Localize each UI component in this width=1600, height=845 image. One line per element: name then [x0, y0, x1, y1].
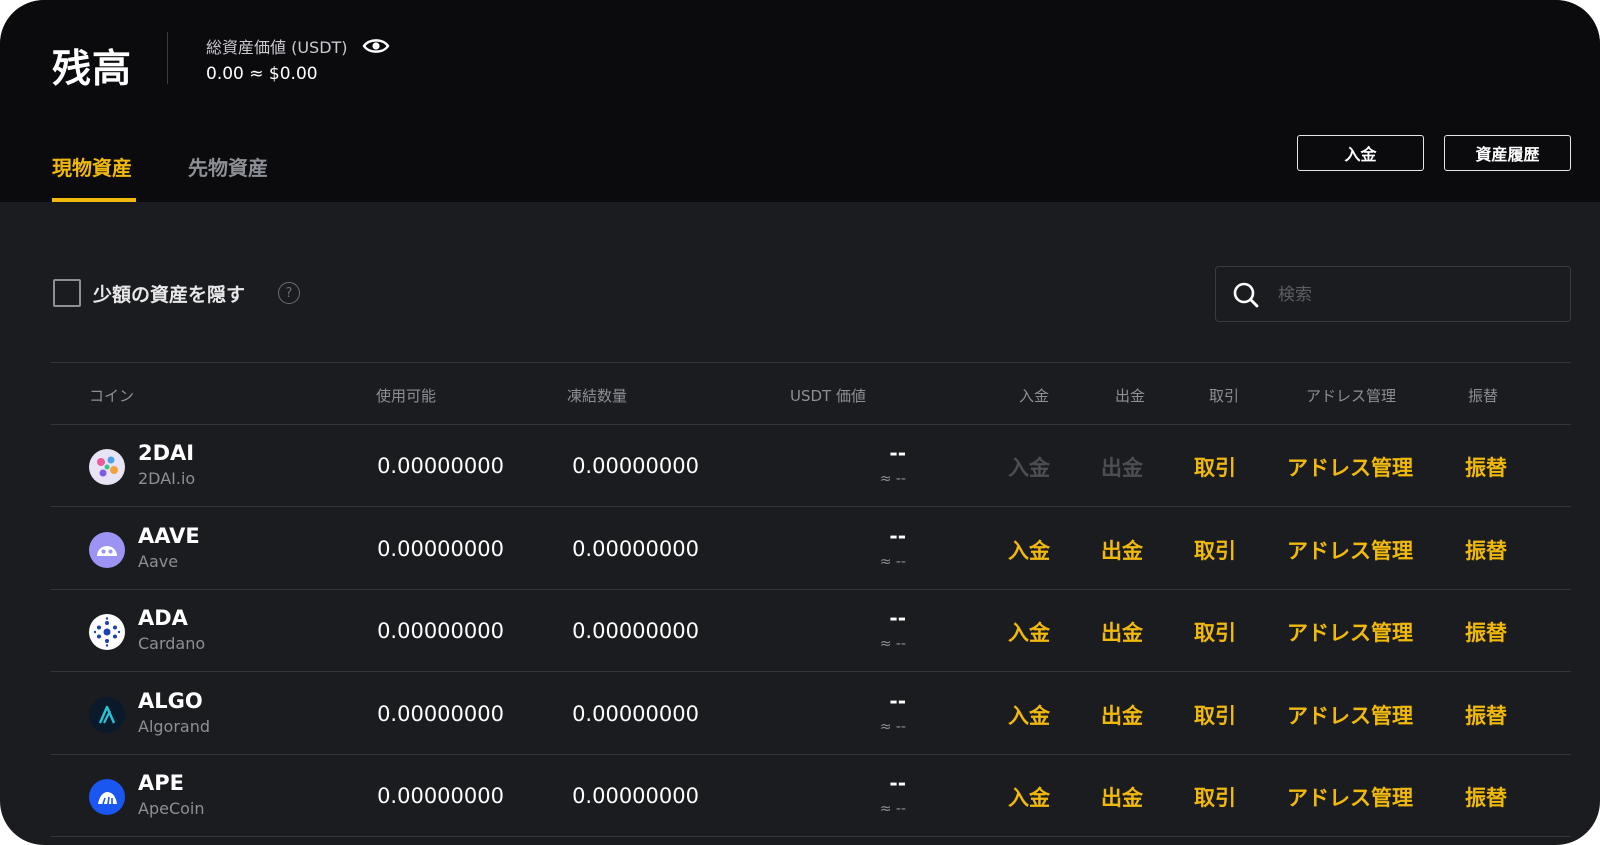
frozen-amount: 0.00000000 — [572, 619, 699, 643]
transfer-link[interactable]: 振替 — [1465, 452, 1507, 482]
table-row: AAVE Aave 0.00000000 0.00000000 -- ≈ -- … — [51, 508, 1571, 590]
deposit-link[interactable]: 入金 — [1008, 617, 1050, 647]
address-management-link[interactable]: アドレス管理 — [1287, 535, 1413, 565]
row-divider — [51, 506, 1571, 507]
col-coin: コイン — [89, 387, 135, 405]
usdt-approx: ≈ -- — [879, 636, 906, 652]
trade-link[interactable]: 取引 — [1194, 452, 1236, 482]
balance-page: 残高 総資産価値 (USDT) 0.00 ≈ $0.00 現物資産 先物資産 入… — [0, 0, 1600, 845]
coin-symbol: ALGO — [138, 689, 203, 713]
col-transfer: 振替 — [1468, 387, 1499, 405]
usdt-value: -- — [889, 771, 906, 795]
page-title: 残高 — [52, 47, 133, 92]
transfer-link[interactable]: 振替 — [1465, 782, 1507, 812]
deposit-button[interactable]: 入金 — [1297, 135, 1424, 171]
table-row: 2DAI 2DAI.io 0.00000000 0.00000000 -- ≈ … — [51, 425, 1571, 507]
hide-small-assets-checkbox[interactable] — [53, 279, 81, 307]
coin-symbol: APE — [138, 771, 184, 795]
total-assets-label: 総資産価値 (USDT) — [206, 34, 390, 58]
total-assets-label-text: 総資産価値 (USDT) — [206, 38, 348, 57]
trade-link[interactable]: 取引 — [1194, 535, 1236, 565]
frozen-amount: 0.00000000 — [572, 454, 699, 478]
withdraw-link[interactable]: 出金 — [1101, 452, 1143, 482]
coin-symbol: AAVE — [138, 524, 200, 548]
frozen-amount: 0.00000000 — [572, 702, 699, 726]
available-amount: 0.00000000 — [377, 619, 504, 643]
deposit-link[interactable]: 入金 — [1008, 452, 1050, 482]
coin-name: Cardano — [138, 634, 206, 653]
deposit-link[interactable]: 入金 — [1008, 535, 1050, 565]
row-divider — [51, 671, 1571, 672]
available-amount: 0.00000000 — [377, 537, 504, 561]
transfer-link[interactable]: 振替 — [1465, 535, 1507, 565]
tab-spot-assets[interactable]: 現物資産 — [52, 152, 132, 181]
trade-link[interactable]: 取引 — [1194, 782, 1236, 812]
coin-name: 2DAI.io — [138, 469, 196, 488]
available-amount: 0.00000000 — [377, 454, 504, 478]
eye-icon[interactable] — [362, 37, 390, 55]
table-top-divider — [51, 362, 1571, 363]
col-trade: 取引 — [1209, 387, 1240, 405]
deposit-link[interactable]: 入金 — [1008, 782, 1050, 812]
usdt-value: -- — [889, 689, 906, 713]
col-withdraw: 出金 — [1115, 387, 1146, 405]
trade-link[interactable]: 取引 — [1194, 617, 1236, 647]
usdt-value: -- — [889, 441, 906, 465]
active-tab-indicator — [52, 198, 136, 202]
search-icon — [1233, 282, 1259, 308]
search-box[interactable] — [1215, 266, 1571, 322]
coin-name: Aave — [138, 552, 179, 571]
usdt-approx: ≈ -- — [879, 801, 906, 817]
address-management-link[interactable]: アドレス管理 — [1287, 700, 1413, 730]
coin-symbol: ADA — [138, 606, 188, 630]
asset-history-button[interactable]: 資産履歴 — [1444, 135, 1571, 171]
col-available: 使用可能 — [376, 387, 437, 405]
transfer-link[interactable]: 振替 — [1465, 700, 1507, 730]
withdraw-link[interactable]: 出金 — [1101, 617, 1143, 647]
divider — [167, 32, 168, 84]
address-management-link[interactable]: アドレス管理 — [1287, 617, 1413, 647]
help-icon[interactable]: ? — [278, 282, 300, 304]
withdraw-link[interactable]: 出金 — [1101, 535, 1143, 565]
deposit-link[interactable]: 入金 — [1008, 700, 1050, 730]
transfer-link[interactable]: 振替 — [1465, 617, 1507, 647]
col-frozen: 凍結数量 — [567, 387, 628, 405]
withdraw-link[interactable]: 出金 — [1101, 700, 1143, 730]
table-row: ALGO Algorand 0.00000000 0.00000000 -- ≈… — [51, 673, 1571, 755]
col-usdt-value: USDT 価値 — [790, 387, 866, 405]
col-deposit: 入金 — [1019, 387, 1050, 405]
cardano-logo-icon — [89, 614, 125, 650]
2dai-logo-icon — [89, 449, 125, 485]
coin-name: Algorand — [138, 717, 211, 736]
usdt-value: -- — [889, 524, 906, 548]
search-input[interactable] — [1276, 277, 1560, 313]
usdt-value: -- — [889, 606, 906, 630]
frozen-amount: 0.00000000 — [572, 784, 699, 808]
usdt-approx: ≈ -- — [879, 471, 906, 487]
coin-symbol: 2DAI — [138, 441, 195, 465]
trade-link[interactable]: 取引 — [1194, 700, 1236, 730]
available-amount: 0.00000000 — [377, 784, 504, 808]
aave-logo-icon — [89, 532, 125, 568]
available-amount: 0.00000000 — [377, 702, 504, 726]
usdt-approx: ≈ -- — [879, 554, 906, 570]
row-divider — [51, 836, 1571, 837]
hide-small-assets-label: 少額の資産を隠す — [93, 284, 246, 306]
address-management-link[interactable]: アドレス管理 — [1287, 782, 1413, 812]
usdt-approx: ≈ -- — [879, 719, 906, 735]
coin-name: ApeCoin — [138, 799, 205, 818]
tab-futures-assets[interactable]: 先物資産 — [188, 152, 268, 181]
apecoin-logo-icon — [89, 779, 125, 815]
frozen-amount: 0.00000000 — [572, 537, 699, 561]
address-management-link[interactable]: アドレス管理 — [1287, 452, 1413, 482]
header-bar: 残高 総資産価値 (USDT) 0.00 ≈ $0.00 現物資産 先物資産 入… — [0, 0, 1600, 202]
algorand-logo-icon — [89, 697, 125, 733]
table-row: APE ApeCoin 0.00000000 0.00000000 -- ≈ -… — [51, 755, 1571, 837]
table-row: ADA Cardano 0.00000000 0.00000000 -- ≈ -… — [51, 590, 1571, 672]
total-assets-value: 0.00 ≈ $0.00 — [206, 64, 318, 84]
col-address-management: アドレス管理 — [1306, 387, 1397, 405]
withdraw-link[interactable]: 出金 — [1101, 782, 1143, 812]
